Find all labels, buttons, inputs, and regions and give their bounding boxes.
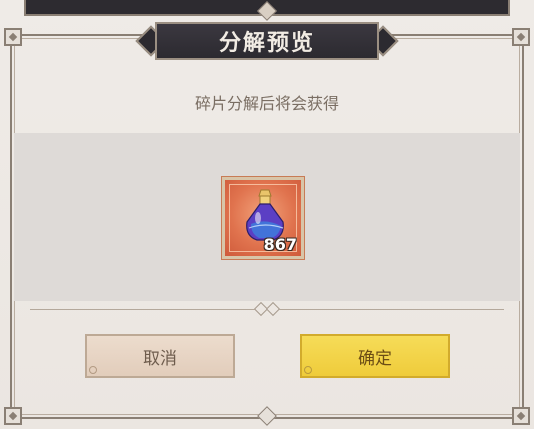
cancel-button[interactable]: 取消	[85, 334, 235, 378]
cancel-button-label: 取消	[143, 348, 177, 369]
divider-ornament-icon	[253, 301, 281, 317]
corner-ornament-icon	[4, 407, 22, 425]
corner-ornament-icon	[4, 28, 22, 46]
button-dot-icon	[304, 366, 312, 374]
title-plate: 分解预览	[155, 22, 379, 60]
reward-item-slot[interactable]: 867	[222, 177, 304, 259]
corner-ornament-icon	[512, 407, 530, 425]
button-dot-icon	[89, 366, 97, 374]
confirm-button[interactable]: 确定	[300, 334, 450, 378]
dialog-subtitle: 碎片分解后将会获得	[194, 94, 339, 113]
confirm-button-label: 确定	[358, 348, 392, 369]
item-count: 867	[263, 235, 297, 254]
decompose-preview-dialog: 分解预览 碎片分解后将会获得 867 取消 确定	[0, 0, 534, 429]
dialog-title: 分解预览	[218, 31, 315, 56]
corner-ornament-icon	[512, 28, 530, 46]
